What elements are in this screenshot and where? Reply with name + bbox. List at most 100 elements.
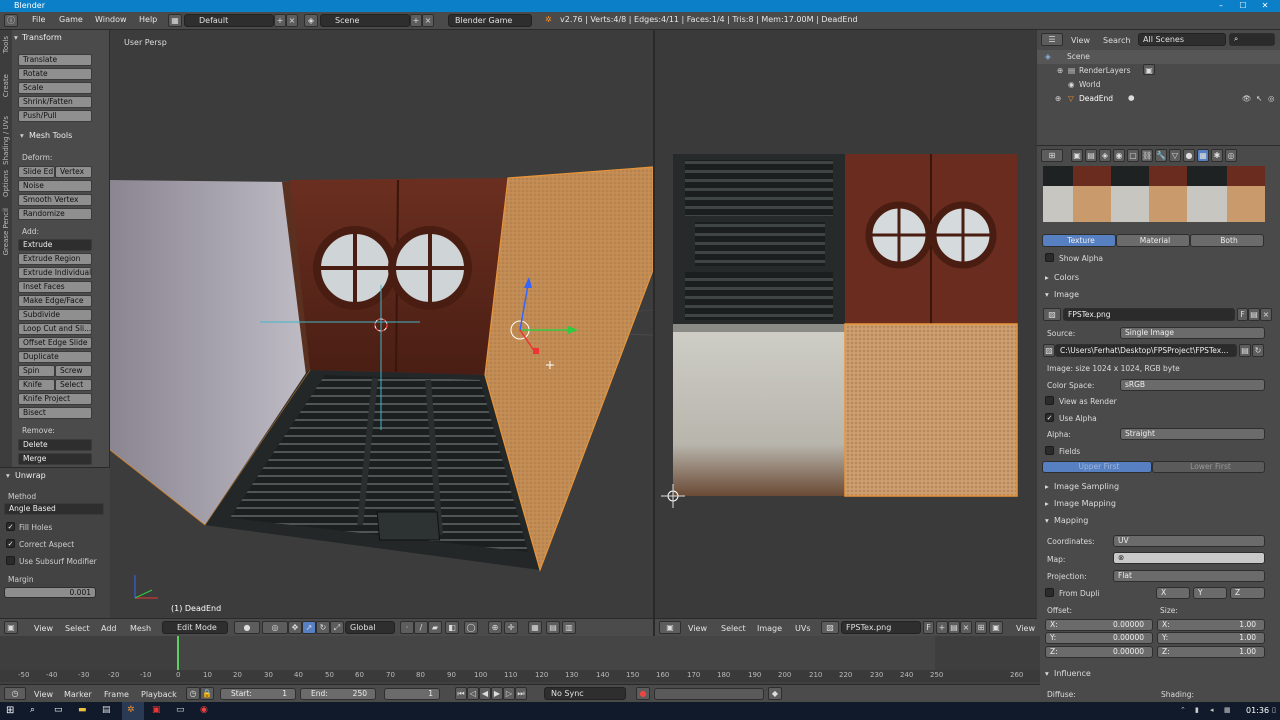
current-frame-field[interactable]: 1 — [384, 688, 440, 700]
shrink-fatten-button[interactable]: Shrink/Fatten — [18, 96, 92, 108]
particles-tab-icon[interactable]: ✱ — [1211, 149, 1223, 162]
unlink-image-icon[interactable]: × — [960, 621, 972, 634]
keying-set-field[interactable] — [654, 688, 764, 700]
layers-icon[interactable]: ▦ — [528, 621, 542, 634]
menu-select[interactable]: Select — [65, 624, 90, 633]
size-z-field[interactable]: Z: 1.00 — [1157, 646, 1265, 658]
sync-dropdown[interactable]: No Sync — [544, 687, 626, 700]
material-tab-icon[interactable]: ● — [1183, 149, 1195, 162]
menu-mesh[interactable]: Mesh — [130, 624, 151, 633]
slide-edge-button[interactable]: Slide Ed — [18, 166, 55, 178]
menu-view[interactable]: View — [688, 624, 707, 633]
panel-mapping[interactable]: Mapping — [1054, 516, 1088, 525]
world-tab-icon[interactable]: ◉ — [1113, 149, 1125, 162]
menu-frame[interactable]: Frame — [104, 690, 129, 699]
editor-type-icon[interactable]: ◷ — [4, 687, 26, 700]
menu-marker[interactable]: Marker — [64, 690, 92, 699]
object-tab-icon[interactable]: ▢ — [1127, 149, 1139, 162]
outliner-item-deadend[interactable]: DeadEnd — [1079, 94, 1113, 103]
image-path-field[interactable]: C:\Users\Ferhat\Desktop\FPSProject\FPSTe… — [1055, 344, 1237, 357]
coordinates-dropdown[interactable]: UV — [1113, 535, 1265, 547]
editor-type-icon[interactable]: ▣ — [4, 621, 18, 634]
tray-arrow-icon[interactable]: ⌃ — [1180, 706, 1186, 714]
fake-user-button[interactable]: F — [1237, 308, 1248, 321]
start-frame-field[interactable]: Start: 1 — [220, 688, 296, 700]
viewport-shading-icon[interactable]: ● — [234, 621, 260, 634]
offset-z-field[interactable]: Z: 0.00000 — [1045, 646, 1153, 658]
outliner-search-input[interactable]: ⌕ — [1229, 33, 1275, 46]
offset-edge-slide-button[interactable]: Offset Edge Slide — [18, 337, 92, 349]
extrude-dropdown[interactable]: Extrude — [18, 239, 92, 251]
translate-manipulator-icon[interactable]: ↗ — [302, 621, 316, 634]
jump-end-icon[interactable]: ⏭ — [515, 687, 527, 700]
panel-image-mapping[interactable]: Image Mapping — [1054, 499, 1116, 508]
record-icon[interactable]: ● — [636, 687, 650, 700]
layout-icon[interactable]: ▦ — [168, 14, 182, 27]
correct-aspect-checkbox[interactable]: ✓ — [6, 539, 15, 548]
task-view-icon[interactable]: ▭ — [54, 705, 63, 715]
source-dropdown[interactable]: Single Image — [1120, 327, 1265, 339]
preview-range-icon[interactable]: ◷ — [186, 687, 200, 700]
from-dupli-checkbox[interactable] — [1045, 588, 1054, 597]
timeline[interactable]: -50 -40 -30 -20 -10 0 10 20 30 40 50 60 … — [0, 636, 1040, 686]
end-frame-field[interactable]: End: 250 — [300, 688, 376, 700]
volume-icon[interactable]: ◂ — [1210, 706, 1214, 714]
use-alpha-checkbox[interactable]: ✓ — [1045, 413, 1054, 422]
knife-button[interactable]: Knife — [18, 379, 55, 391]
make-edge-face-button[interactable]: Make Edge/Face — [18, 295, 92, 307]
expand-icon[interactable]: ⊕ — [1057, 66, 1063, 75]
manipulator-icon[interactable]: ✥ — [288, 621, 302, 634]
edge-select-icon[interactable]: / — [414, 621, 428, 634]
extrude-region-button[interactable]: Extrude Region — [18, 253, 92, 265]
panel-image[interactable]: Image — [1054, 290, 1079, 299]
constraints-tab-icon[interactable]: ⛓ — [1141, 149, 1153, 162]
image-name-field[interactable]: FPSTex.png — [841, 621, 921, 634]
margin-field[interactable]: 0.001 — [4, 587, 96, 598]
browser-icon[interactable]: ◉ — [200, 705, 208, 715]
loop-cut-button[interactable]: Loop Cut and Sli... — [18, 323, 92, 335]
scene-icon[interactable]: ◈ — [304, 14, 318, 27]
render-tab-icon[interactable]: ▣ — [1071, 149, 1083, 162]
folder-icon[interactable]: ▤ — [1239, 344, 1251, 357]
menu-playback[interactable]: Playback — [141, 690, 177, 699]
translate-button[interactable]: Translate — [18, 54, 92, 66]
menu-select[interactable]: Select — [721, 624, 746, 633]
uv-image-editor[interactable] — [655, 30, 1035, 618]
delete-dropdown[interactable]: Delete — [18, 439, 92, 451]
scene-remove-icon[interactable]: × — [422, 14, 434, 27]
visibility-eye-icon[interactable]: 👁 — [1242, 94, 1252, 103]
lower-first-button[interactable]: Lower First — [1152, 461, 1265, 473]
knife-project-button[interactable]: Knife Project — [18, 393, 92, 405]
projection-dropdown[interactable]: Flat — [1113, 570, 1265, 582]
fields-checkbox[interactable] — [1045, 446, 1054, 455]
snap-icon[interactable]: ⊕ — [488, 621, 502, 634]
extrude-individual-button[interactable]: Extrude Individual — [18, 267, 92, 279]
screw-button[interactable]: Screw — [55, 365, 92, 377]
close-icon[interactable]: ✕ — [1254, 0, 1276, 12]
outliner-item-renderlayers[interactable]: RenderLayers — [1079, 66, 1131, 75]
editor-type-icon[interactable]: ⊞ — [1041, 149, 1063, 162]
physics-tab-icon[interactable]: ◎ — [1225, 149, 1237, 162]
menu-image[interactable]: Image — [757, 624, 782, 633]
windows-start-icon[interactable]: ⊞ — [6, 705, 14, 716]
show-alpha-checkbox[interactable] — [1045, 253, 1054, 262]
view-as-render-checkbox[interactable] — [1045, 396, 1054, 405]
search-icon[interactable]: ⌕ — [30, 705, 35, 715]
render-camera-icon[interactable]: ◎ — [1268, 94, 1275, 103]
offset-y-field[interactable]: Y: 0.00000 — [1045, 632, 1153, 644]
play-reverse-icon[interactable]: ◀ — [479, 687, 491, 700]
collapse-arrow-icon[interactable]: ▾ — [1045, 290, 1049, 299]
collapse-arrow-icon[interactable]: ▸ — [1045, 499, 1049, 508]
menu-view[interactable]: View — [34, 690, 53, 699]
outliner-item-scene[interactable]: Scene — [1067, 52, 1090, 61]
jump-start-icon[interactable]: ⏮ — [455, 687, 467, 700]
menu-uvs[interactable]: UVs — [795, 624, 811, 633]
reload-icon[interactable]: ↻ — [1252, 344, 1264, 357]
display-mode-dropdown[interactable]: All Scenes — [1138, 33, 1226, 46]
pin-icon[interactable]: ⊞ — [975, 621, 987, 634]
new-image-icon[interactable]: + — [936, 621, 948, 634]
rotate-button[interactable]: Rotate — [18, 68, 92, 80]
minimize-icon[interactable]: – — [1210, 0, 1232, 12]
insert-keyframe-icon[interactable]: ◆ — [768, 687, 782, 700]
offset-x-field[interactable]: X: 0.00000 — [1045, 619, 1153, 631]
